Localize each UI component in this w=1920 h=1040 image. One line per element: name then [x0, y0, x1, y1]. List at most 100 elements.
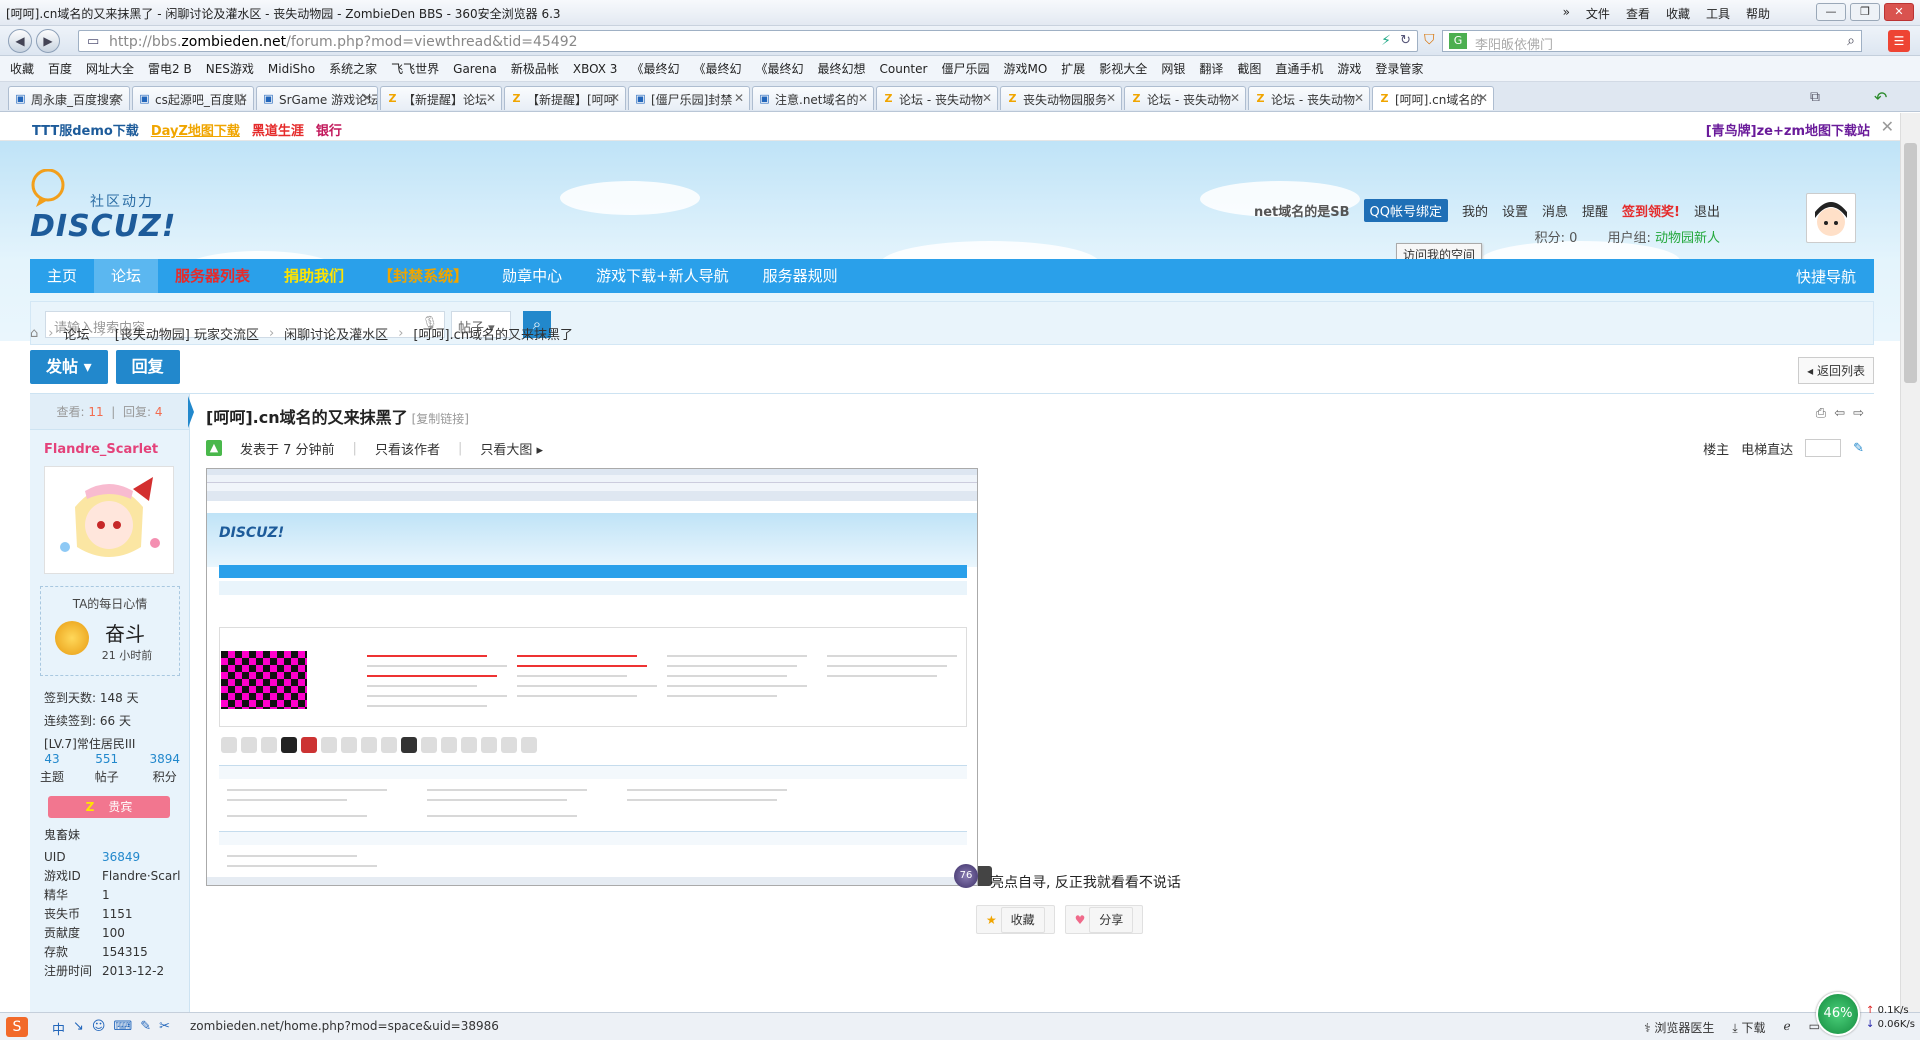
- sign-in-link[interactable]: 签到领奖!: [1622, 201, 1680, 220]
- nav-ban-system[interactable]: 【封禁系统】: [361, 259, 485, 293]
- tab-close-icon[interactable]: ✕: [238, 91, 248, 105]
- new-tab-icon[interactable]: ⧉: [1810, 89, 1820, 105]
- nav-server-list[interactable]: 服务器列表: [158, 259, 267, 293]
- tab-close-icon[interactable]: ✕: [1354, 91, 1364, 105]
- settings-link[interactable]: 设置: [1502, 201, 1528, 220]
- browser-tab[interactable]: ▣ cs起源吧_百度贴 ✕: [132, 86, 254, 110]
- author-name[interactable]: Flandre_Scarlet: [44, 442, 158, 457]
- bookmark-item[interactable]: 《最终幻: [693, 60, 741, 77]
- back-icon[interactable]: ◀: [8, 29, 32, 53]
- bookmark-item[interactable]: 飞飞世界: [391, 60, 439, 77]
- link-map-site[interactable]: [青鸟牌]ze+zm地图下载站: [1706, 120, 1870, 139]
- browser-tab[interactable]: ▣ 周永康_百度搜索 ✕: [8, 86, 130, 110]
- qq-bind-button[interactable]: QQ帐号绑定: [1363, 199, 1448, 222]
- forward-icon[interactable]: ▶: [36, 29, 60, 53]
- close-icon[interactable]: ✕: [1881, 117, 1894, 136]
- tab-close-icon[interactable]: ✕: [982, 91, 992, 105]
- menu-more[interactable]: »: [1563, 5, 1570, 22]
- nav-donate[interactable]: 捐助我们: [267, 259, 361, 293]
- crumb-thread[interactable]: [呵呵].cn域名的又来抹黑了: [413, 324, 573, 343]
- tab-close-icon[interactable]: ✕: [362, 91, 372, 105]
- nav-home[interactable]: 主页: [30, 259, 94, 293]
- ime-keyboard[interactable]: ⌨: [113, 1019, 132, 1038]
- copy-link[interactable]: [复制链接]: [412, 412, 469, 426]
- app-icon[interactable]: ☰: [1888, 30, 1910, 52]
- new-post-button[interactable]: 发帖 ▾: [30, 350, 108, 384]
- menu-favorites[interactable]: 收藏: [1666, 5, 1690, 22]
- tab-close-icon[interactable]: ✕: [858, 91, 868, 105]
- bookmark-item[interactable]: 百度: [48, 60, 72, 77]
- tab-close-icon[interactable]: ✕: [734, 91, 744, 105]
- scrollbar-thumb[interactable]: [1904, 143, 1917, 383]
- ie-icon[interactable]: ℯ: [1784, 1019, 1791, 1036]
- author-avatar[interactable]: [44, 466, 174, 574]
- author-only-link[interactable]: 只看该作者: [375, 439, 440, 458]
- tab-close-icon[interactable]: ✕: [610, 91, 620, 105]
- count-topics[interactable]: 43 主题: [40, 752, 64, 785]
- bookmark-item[interactable]: 登录管家: [1375, 60, 1423, 77]
- bookmark-item[interactable]: 最终幻想: [817, 60, 865, 77]
- bookmark-item[interactable]: 游戏MO: [1003, 60, 1047, 77]
- network-ball[interactable]: 46%: [1816, 992, 1860, 1036]
- bookmark-item[interactable]: XBOX 3: [573, 62, 618, 76]
- go-floor-icon[interactable]: ✎: [1853, 441, 1864, 456]
- nav-rules[interactable]: 服务器规则: [746, 259, 855, 293]
- count-posts[interactable]: 551 帖子: [95, 752, 119, 785]
- share-button[interactable]: ♥ 分享: [1064, 905, 1144, 934]
- attached-screenshot[interactable]: DISCUZ!: [206, 468, 978, 886]
- nav-downloads[interactable]: 游戏下载+新人导航: [579, 259, 746, 293]
- page-scrollbar[interactable]: [1900, 113, 1920, 1012]
- bookmark-item[interactable]: NES游戏: [206, 60, 254, 77]
- link-dayz-map[interactable]: DayZ地图下载: [151, 120, 240, 139]
- bookmark-item[interactable]: 新极品帐: [511, 60, 559, 77]
- floor-input[interactable]: [1805, 439, 1842, 457]
- menu-view[interactable]: 查看: [1626, 5, 1650, 22]
- score-text[interactable]: 积分: 0: [1535, 227, 1578, 246]
- browser-doctor[interactable]: ⚕ 浏览器医生: [1644, 1019, 1714, 1036]
- browser-tab[interactable]: Z 论坛 - 丧失动物 ✕: [1124, 86, 1246, 110]
- browser-tab[interactable]: Z 论坛 - 丧失动物 ✕: [1248, 86, 1370, 110]
- bookmark-item[interactable]: 《最终幻: [631, 60, 679, 77]
- bookmark-item[interactable]: 系统之家: [329, 60, 377, 77]
- search-engine-icon[interactable]: G: [1449, 33, 1467, 49]
- browser-tab[interactable]: Z 【新提醒】[呵呵 ✕: [504, 86, 626, 110]
- count-score[interactable]: 3894 积分: [149, 752, 180, 785]
- tab-close-icon[interactable]: ✕: [1106, 91, 1116, 105]
- bookmark-item[interactable]: MidiSho: [268, 62, 315, 76]
- search-icon[interactable]: ⌕: [1847, 33, 1855, 49]
- bookmark-item[interactable]: 《最终幻: [755, 60, 803, 77]
- speed-ball-icon[interactable]: 76: [954, 864, 978, 888]
- nav-forum[interactable]: 论坛: [94, 259, 159, 293]
- bookmark-item[interactable]: 截图: [1237, 60, 1261, 77]
- ime-pen[interactable]: ✎: [140, 1019, 151, 1038]
- bookmark-item[interactable]: 收藏: [10, 60, 34, 77]
- browser-tab[interactable]: ▣ 注意.net域名的 ✕: [752, 86, 874, 110]
- notifications-link[interactable]: 提醒: [1582, 201, 1608, 220]
- browser-tab[interactable]: Z 丧失动物园服务 ✕: [1000, 86, 1122, 110]
- ime-punct[interactable]: ↘: [73, 1019, 84, 1038]
- ime-emoji[interactable]: ☺: [92, 1019, 106, 1038]
- bookmark-item[interactable]: 游戏: [1337, 60, 1361, 77]
- print-icon[interactable]: ⎙: [1816, 406, 1826, 421]
- browser-tab[interactable]: Z 论坛 - 丧失动物 ✕: [876, 86, 998, 110]
- crumb-section[interactable]: [丧失动物园] 玩家交流区: [115, 324, 259, 343]
- tab-close-icon[interactable]: ✕: [1478, 91, 1488, 105]
- prev-thread-icon[interactable]: ⇦: [1834, 406, 1845, 421]
- bookmark-item[interactable]: 僵尸乐园: [941, 60, 989, 77]
- bookmark-item[interactable]: 直通手机: [1275, 60, 1323, 77]
- crumb-board[interactable]: 闲聊讨论及灌水区: [284, 324, 388, 343]
- username-link[interactable]: net域名的是SB: [1254, 201, 1350, 220]
- reply-button[interactable]: 回复: [115, 350, 180, 384]
- lightning-icon[interactable]: ⚡: [1381, 33, 1391, 49]
- bookmark-item[interactable]: 网址大全: [86, 60, 134, 77]
- favorite-button[interactable]: ★ 收藏: [976, 905, 1055, 934]
- link-gang-life[interactable]: 黑道生涯: [252, 120, 304, 139]
- undo-close-icon[interactable]: ↶: [1874, 88, 1887, 107]
- bookmark-item[interactable]: 翻译: [1199, 60, 1223, 77]
- ime-chinese[interactable]: 中: [52, 1019, 65, 1038]
- menu-file[interactable]: 文件: [1586, 5, 1610, 22]
- browser-tab[interactable]: Z 【新提醒】论坛 ✕: [380, 86, 502, 110]
- shield-icon[interactable]: ⛉: [1424, 32, 1435, 48]
- bookmark-item[interactable]: 扩展: [1061, 60, 1085, 77]
- browser-tab[interactable]: ▣ [僵尸乐园]封禁 ✕: [628, 86, 750, 110]
